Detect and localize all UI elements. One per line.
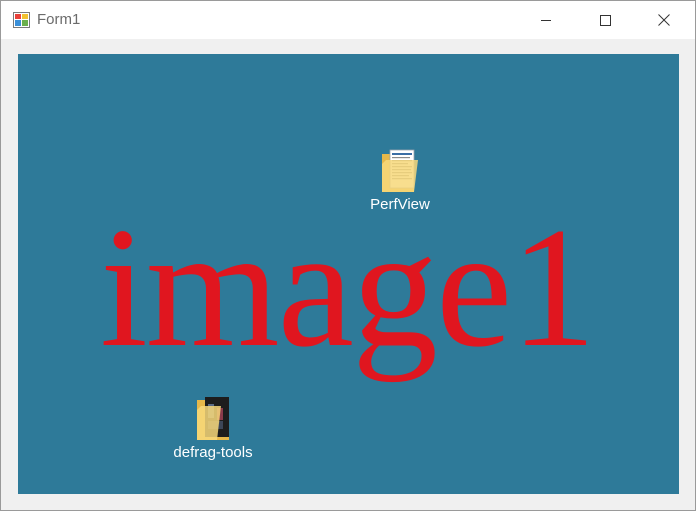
desktop-item-label: defrag-tools [173, 444, 253, 461]
app-icon[interactable] [13, 12, 30, 28]
desktop-item-defrag-tools[interactable]: defrag-tools [158, 392, 268, 461]
folder-icon [382, 149, 418, 192]
close-button[interactable] [635, 1, 693, 39]
title-bar[interactable]: Form1 [1, 1, 695, 39]
minimize-button[interactable] [517, 1, 575, 39]
folder-icon [197, 397, 229, 440]
form-window: Form1 image1 PerfView defrag-tools [0, 0, 696, 511]
desktop-item-perfview[interactable]: PerfView [360, 146, 440, 213]
maximize-icon [599, 14, 611, 26]
close-icon [658, 14, 670, 26]
picture-box: image1 PerfView defrag-tools [18, 54, 679, 494]
window-title: Form1 [37, 11, 81, 28]
desktop-item-label: PerfView [370, 196, 430, 213]
maximize-button[interactable] [576, 1, 634, 39]
minimize-icon [541, 20, 551, 21]
image-overlay-text: image1 [100, 193, 596, 383]
